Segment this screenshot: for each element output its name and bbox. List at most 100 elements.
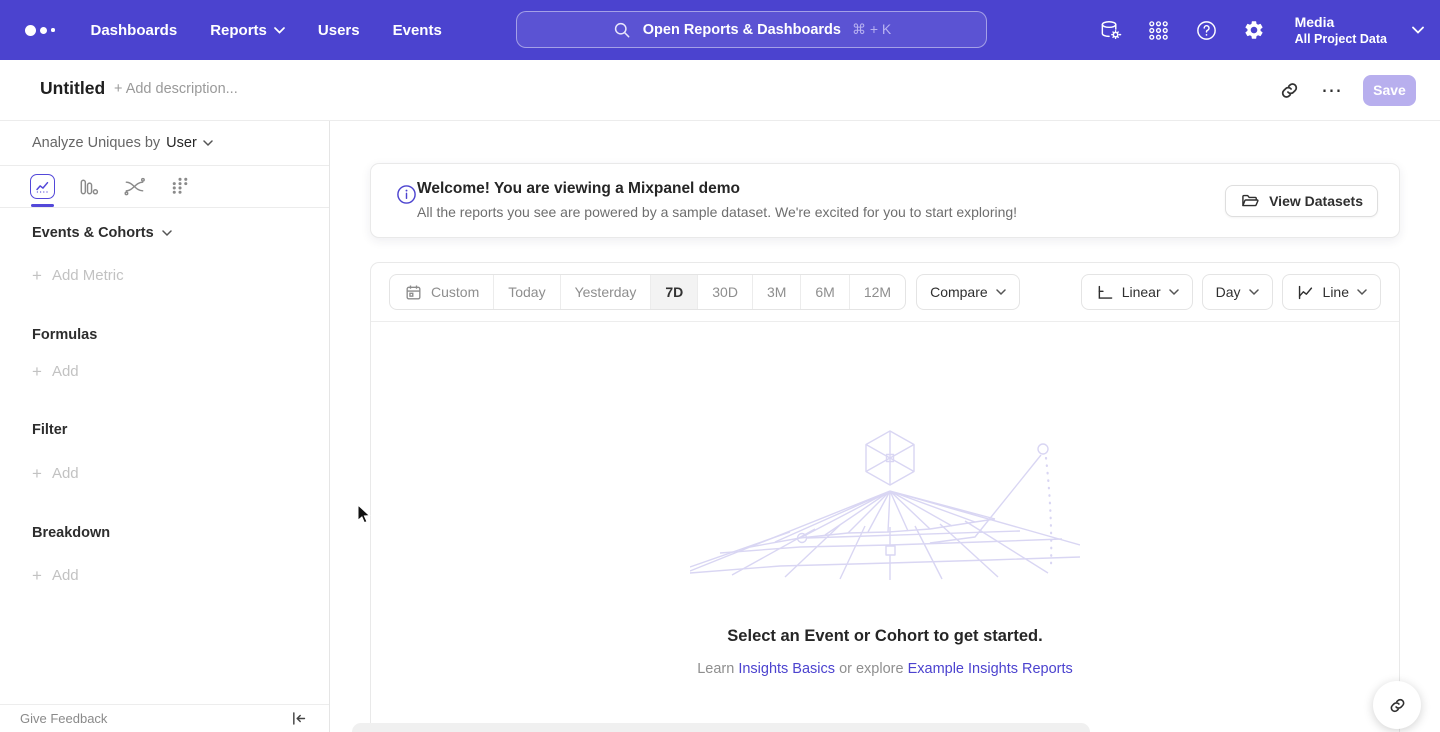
folder-icon	[1240, 191, 1260, 211]
sidebar-footer: Give Feedback	[0, 704, 329, 732]
nav-reports[interactable]: Reports	[210, 22, 285, 39]
search-icon	[612, 20, 632, 40]
welcome-banner: Welcome! You are viewing a Mixpanel demo…	[370, 163, 1400, 238]
tab-bar-chart[interactable]	[76, 174, 101, 199]
formulas-label: Formulas	[32, 327, 97, 343]
give-feedback-link[interactable]: Give Feedback	[20, 711, 107, 726]
mixpanel-logo[interactable]	[25, 25, 55, 36]
tab-flows[interactable]	[122, 174, 147, 199]
analyze-entity-value: User	[166, 135, 197, 151]
range-30d[interactable]: 30D	[698, 275, 753, 309]
logo-dot	[51, 28, 55, 32]
apps-grid-icon[interactable]	[1147, 19, 1170, 42]
add-breakdown-button[interactable]: + Add	[32, 567, 79, 584]
collapse-sidebar-button[interactable]	[290, 710, 307, 727]
scale-dropdown[interactable]: Linear	[1081, 274, 1193, 310]
tab-line-chart[interactable]	[30, 174, 55, 199]
more-options-button[interactable]: ⋯	[1321, 80, 1342, 101]
add-description-field[interactable]: + Add description...	[114, 81, 238, 97]
report-title[interactable]: Untitled	[40, 78, 105, 99]
metrics-dots-icon	[169, 175, 192, 198]
selected-tab-indicator	[31, 204, 54, 207]
empty-state: Select an Event or Cohort to get started…	[371, 322, 1399, 677]
settings-gear-icon[interactable]	[1243, 19, 1265, 41]
report-header: Untitled + Add description... ⋯ Save	[0, 60, 1440, 121]
chevron-down-icon	[1249, 289, 1259, 296]
range-label: 30D	[712, 284, 738, 300]
range-today[interactable]: Today	[494, 275, 560, 309]
chevron-down-icon	[1169, 289, 1179, 296]
granularity-label: Day	[1216, 284, 1241, 300]
range-12m[interactable]: 12M	[850, 275, 905, 309]
example-insights-reports-link[interactable]: Example Insights Reports	[908, 661, 1073, 677]
formulas-section: Formulas	[32, 327, 97, 343]
help-icon[interactable]	[1195, 19, 1218, 42]
date-range-selector: Custom Today Yesterday 7D 30D 3M 6M 12M	[389, 274, 906, 310]
collapse-left-icon	[290, 710, 307, 727]
add-metric-label: Add Metric	[52, 267, 124, 284]
project-name: Media	[1295, 13, 1387, 31]
range-6m[interactable]: 6M	[801, 275, 849, 309]
events-cohorts-label: Events & Cohorts	[32, 225, 154, 241]
line-chart-icon	[1296, 283, 1315, 302]
add-formula-button[interactable]: + Add	[32, 363, 79, 380]
chart-type-label: Line	[1323, 284, 1349, 300]
analyze-entity-dropdown[interactable]: User	[166, 135, 213, 151]
nav-menu: Dashboards Reports Users Events	[91, 22, 442, 39]
add-metric-button[interactable]: + Add Metric	[32, 267, 124, 284]
add-filter-button[interactable]: + Add	[32, 465, 79, 482]
range-label: Today	[508, 284, 545, 300]
nav-dashboards[interactable]: Dashboards	[91, 22, 178, 39]
granularity-dropdown[interactable]: Day	[1202, 274, 1273, 310]
view-datasets-label: View Datasets	[1269, 193, 1363, 209]
empty-state-subtitle: Learn Insights Basics or explore Example…	[697, 661, 1073, 677]
insights-report-card: Custom Today Yesterday 7D 30D 3M 6M 12M …	[370, 262, 1400, 732]
banner-subtitle: All the reports you see are powered by a…	[417, 204, 1017, 220]
compare-button[interactable]: Compare	[916, 274, 1020, 310]
logo-dot	[40, 27, 47, 34]
tab-metrics[interactable]	[168, 174, 193, 199]
chevron-down-icon	[996, 289, 1006, 296]
range-yesterday[interactable]: Yesterday	[561, 275, 652, 309]
chart-display-controls: Linear Day Line	[1081, 274, 1381, 310]
view-datasets-button[interactable]: View Datasets	[1225, 185, 1378, 217]
insights-basics-link[interactable]: Insights Basics	[738, 661, 835, 677]
chart-type-dropdown[interactable]: Line	[1282, 274, 1381, 310]
copy-link-icon[interactable]	[1279, 80, 1300, 101]
bar-chart-icon	[77, 175, 100, 198]
breakdown-label: Breakdown	[32, 525, 110, 541]
project-selector[interactable]: Media All Project Data	[1295, 13, 1387, 47]
events-cohorts-section[interactable]: Events & Cohorts	[32, 225, 172, 241]
nav-label: Dashboards	[91, 22, 178, 39]
chart-controls: Custom Today Yesterday 7D 30D 3M 6M 12M …	[371, 263, 1399, 322]
line-chart-icon	[35, 179, 50, 194]
learn-text: Learn	[697, 661, 734, 677]
query-builder-sidebar: Analyze Uniques by User	[0, 121, 330, 732]
search-placeholder: Open Reports & Dashboards	[643, 22, 841, 38]
share-link-button[interactable]	[1373, 681, 1421, 729]
save-button[interactable]: Save	[1363, 75, 1416, 106]
axis-scale-icon	[1095, 283, 1114, 302]
filter-label: Filter	[32, 422, 67, 438]
search-input[interactable]: Open Reports & Dashboards ⌘ + K	[516, 11, 987, 48]
chevron-down-icon	[1412, 26, 1424, 34]
nav-users[interactable]: Users	[318, 22, 360, 39]
chevron-down-icon	[203, 140, 213, 147]
range-3m[interactable]: 3M	[753, 275, 801, 309]
add-formula-label: Add	[52, 363, 79, 380]
range-label: 6M	[815, 284, 834, 300]
calendar-icon	[404, 283, 423, 302]
analyze-label: Analyze Uniques by	[32, 135, 160, 151]
report-actions: ⋯ Save	[1279, 60, 1416, 120]
range-7d[interactable]: 7D	[651, 275, 698, 309]
plus-icon: +	[32, 267, 42, 284]
chart-type-tabs	[0, 166, 329, 208]
data-management-icon[interactable]	[1099, 19, 1122, 42]
range-label: 12M	[864, 284, 891, 300]
nav-events[interactable]: Events	[393, 22, 442, 39]
empty-state-illustration	[690, 425, 1080, 583]
range-custom[interactable]: Custom	[390, 275, 494, 309]
nav-label: Reports	[210, 22, 267, 39]
chevron-down-icon	[162, 230, 172, 237]
bottom-panel-edge	[352, 723, 1090, 732]
